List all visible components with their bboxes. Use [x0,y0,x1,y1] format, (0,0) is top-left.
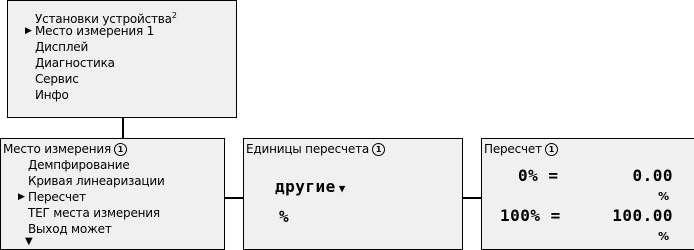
scroll-down-icon[interactable]: ▼ [25,237,33,247]
menu-item-display[interactable]: Дисплей [35,40,88,55]
info-icon: 1 [544,143,558,156]
min-value-unit: % [658,190,669,203]
menu-item-measurement-place[interactable]: Место измерения 1 [35,24,154,39]
connector-scaling [462,197,482,199]
menu-item-tag[interactable]: ТЕГ места измерения [28,206,160,221]
max-percent-label: 100% = [500,206,561,225]
menu-item-damping[interactable]: Демпфирование [28,158,130,173]
menu-item-scaling[interactable]: Пересчет [28,190,86,205]
unit-select[interactable]: другие ▼ [275,177,346,199]
measurement-place-panel: Место измерения 1 Демпфирование Кривая ли… [0,138,225,250]
connector-vertical [122,117,124,138]
info-icon: 1 [372,143,386,156]
min-percent-label: 0% = [518,166,559,185]
menu-item-linearization-curve[interactable]: Кривая линеаризации [28,174,165,189]
dropdown-arrow-icon: ▼ [338,182,346,195]
selection-pointer-icon: ▶ [25,26,32,36]
min-value-field[interactable]: 0.00 [632,166,673,186]
scaling-units-panel: Единицы пересчета 1 другие ▼ % [243,138,463,250]
max-value-unit: % [658,230,669,243]
info-icon: 1 [113,143,127,156]
panel-title: Единицы пересчета 1 [246,142,386,157]
max-value-field[interactable]: 100.00 [612,206,673,226]
menu-item-diagnostics[interactable]: Диагностика [35,56,115,71]
connector-units [224,197,244,199]
panel-title: Место измерения 1 [3,142,127,157]
main-menu-panel: Установки устройства2 ▶ Место измерения … [7,0,237,118]
selection-pointer-icon: ▶ [18,192,25,202]
menu-item-service[interactable]: Сервис [35,72,79,87]
menu-item-output[interactable]: Выход может [28,222,112,237]
footnote-marker: 2 [171,11,177,20]
menu-item-info[interactable]: Инфо [35,88,69,103]
scaling-panel: Пересчет 1 0% = 0.00 % 100% = 100.00 % [481,138,694,250]
panel-title: Пересчет 1 [484,142,558,157]
unit-symbol: % [279,207,290,226]
